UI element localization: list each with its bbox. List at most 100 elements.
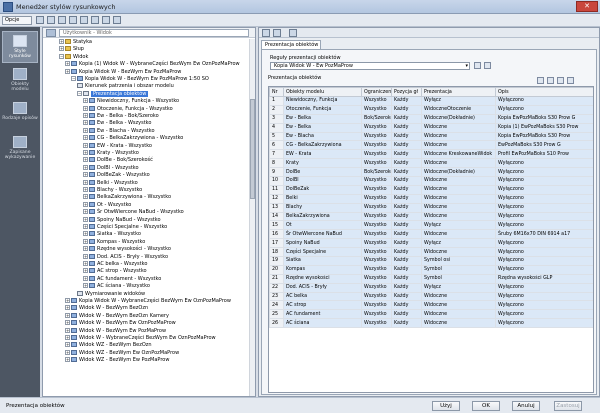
table-cell[interactable]: Każdy: [391, 149, 422, 160]
tree-node[interactable]: + Widok W - BezWym Ew OznPozMaProw: [65, 320, 176, 327]
table-cell[interactable]: Dod. ACIS - Bryły: [283, 282, 362, 293]
table-cell[interactable]: DolBe: [283, 167, 362, 178]
tree-node[interactable]: Wymiarowanie widoków: [77, 290, 145, 298]
sidebar-item-annotation-types[interactable]: Rodzaje opisów: [2, 99, 38, 131]
table-cell[interactable]: 11: [269, 184, 284, 195]
table-cell[interactable]: Każdy: [391, 264, 422, 275]
table-cell[interactable]: Ew - Blacha: [283, 131, 362, 142]
table-cell[interactable]: Wyłączono: [495, 104, 593, 115]
expand-icon[interactable]: +: [83, 253, 88, 259]
table-cell[interactable]: Kopia EwPozMaBoks S30 Prow: [495, 131, 593, 142]
expand-icon[interactable]: +: [65, 298, 70, 303]
table-cell[interactable]: 4: [269, 122, 284, 133]
table-cell[interactable]: 26: [269, 318, 284, 329]
table-cell[interactable]: Wyłączono: [495, 247, 593, 258]
table-cell[interactable]: Widoczne: [421, 193, 496, 204]
table-cell[interactable]: Wyłączono: [495, 167, 593, 178]
table-cell[interactable]: Niewidoczny, Funkcja: [283, 96, 362, 106]
table-cell[interactable]: Każdy: [391, 158, 422, 169]
table-cell[interactable]: Wyłączono: [495, 193, 593, 204]
table-cell[interactable]: Ew - Belka: [283, 122, 362, 133]
table-row[interactable]: 4 Ew - Belka Wszystko Każdy Widoczne Kopia (1…: [269, 122, 593, 133]
tree-scrollbar[interactable]: [249, 39, 255, 396]
expand-icon[interactable]: +: [65, 357, 70, 363]
table-cell[interactable]: Wyłączono: [495, 264, 593, 275]
table-cell[interactable]: Każdy: [391, 193, 422, 204]
tree-node[interactable]: + Ew - Belka - Bok/Szeroko: [83, 113, 159, 120]
tree-node[interactable]: Kierunek patrzenia i obszar modelu: [77, 83, 174, 90]
expand-icon[interactable]: +: [83, 127, 88, 133]
table-cell[interactable]: Wszystko: [361, 184, 392, 195]
move-up-icon[interactable]: [557, 77, 564, 84]
table-cell[interactable]: Ew - Belka: [283, 113, 362, 124]
export-icon[interactable]: [102, 16, 110, 24]
delete-row-icon[interactable]: [547, 77, 554, 84]
forward-icon[interactable]: [273, 29, 281, 37]
table-cell[interactable]: Każdy: [391, 282, 422, 293]
table-row[interactable]: 8 Kraty Wszystko Każdy Widoczne Wyłączono: [269, 158, 593, 169]
table-cell[interactable]: 1: [269, 96, 284, 106]
table-row[interactable]: 7 EW - Krata Wszystko Każdy Widoczne Kreskow…: [269, 149, 593, 160]
expand-icon[interactable]: +: [83, 113, 88, 118]
table-row[interactable]: 1 Niewidoczny, Funkcja Wszystko Każdy Wyłącz…: [269, 96, 593, 106]
table-cell[interactable]: Widoczne: [421, 158, 496, 169]
table-cell[interactable]: DolBl: [283, 176, 362, 186]
expand-icon[interactable]: +: [83, 157, 88, 163]
table-cell[interactable]: Wyłącz: [421, 238, 496, 249]
table-cell[interactable]: Widoczne: [421, 318, 496, 329]
table-cell[interactable]: Widoczne(Dokładnie): [421, 167, 496, 178]
table-cell[interactable]: Wyłącz: [421, 220, 496, 231]
table-cell[interactable]: Wyłącz: [421, 282, 496, 293]
import-icon[interactable]: [91, 16, 99, 24]
close-button[interactable]: ✕: [576, 1, 598, 12]
tree-node[interactable]: + AC belka - Wszystko: [83, 261, 147, 268]
table-cell[interactable]: Wszystko: [361, 158, 392, 169]
table-cell[interactable]: Wszystko: [361, 96, 392, 106]
table-cell[interactable]: AC ściana: [283, 318, 362, 329]
table-cell[interactable]: Wszystko: [361, 122, 392, 133]
table-cell[interactable]: Wszystko: [361, 229, 392, 240]
tree-node[interactable]: − Kopia Widok W - BezWym Ew PozMaProw 1:5…: [71, 76, 209, 83]
table-cell[interactable]: Widoczne: [421, 140, 496, 151]
tree-node[interactable]: + Kopia (1) Widok W - WybraneCzęści BezWy…: [65, 61, 240, 68]
table-cell[interactable]: Wyłączono: [495, 238, 593, 249]
table-cell[interactable]: 22: [269, 282, 284, 293]
table-row[interactable]: 13 Blachy Wszystko Każdy Widoczne Wyłączono: [269, 202, 593, 213]
tree-node[interactable]: + Ew - Blacha - Wszystko: [83, 127, 155, 135]
expand-icon[interactable]: +: [59, 39, 64, 44]
table-cell[interactable]: Widoczne: [421, 131, 496, 142]
tree-filter-combo[interactable]: Użytkownik - Widok: [59, 29, 249, 37]
tab-object-presentation[interactable]: Prezentacja obiektów: [261, 40, 321, 49]
table-cell[interactable]: 16: [269, 229, 284, 240]
table-cell[interactable]: Wszystko: [361, 309, 392, 320]
expand-icon[interactable]: +: [83, 179, 88, 185]
add-row-icon[interactable]: [537, 77, 544, 84]
tree-node[interactable]: + DolBe - Bok/Szerokość: [83, 157, 153, 164]
table-cell[interactable]: Każdy: [391, 247, 422, 258]
expand-icon[interactable]: +: [65, 342, 70, 348]
table-cell[interactable]: Widoczne: [421, 247, 496, 258]
expand-icon[interactable]: +: [65, 335, 70, 340]
column-header[interactable]: Pozycja gł: [391, 87, 422, 97]
column-header[interactable]: Prezentacja: [421, 87, 496, 97]
table-cell[interactable]: Widoczne: [421, 202, 496, 213]
table-cell[interactable]: Widoczne(Dokładnie): [421, 113, 496, 124]
table-cell[interactable]: Rzędna wysokości GLP: [495, 273, 593, 284]
back-icon[interactable]: [262, 29, 270, 37]
table-cell[interactable]: EwPozMaBoks S30 Prow G: [495, 140, 593, 151]
table-cell[interactable]: Każdy: [391, 318, 422, 329]
table-cell[interactable]: Widoczne: [421, 176, 496, 186]
table-cell[interactable]: 19: [269, 256, 284, 266]
table-cell[interactable]: Wszystko: [361, 104, 392, 115]
table-cell[interactable]: Wszystko: [361, 176, 392, 186]
expand-icon[interactable]: +: [83, 209, 88, 215]
tree-node[interactable]: + BelkaZakrzywiona - Wszystko: [83, 194, 171, 201]
expand-icon[interactable]: +: [83, 187, 88, 192]
expand-icon[interactable]: +: [83, 105, 88, 111]
table-cell[interactable]: Wyłączono: [495, 96, 593, 106]
table-row[interactable]: 19 Siatka Wszystko Każdy Symbol osi Wyłączono: [269, 256, 593, 266]
table-cell[interactable]: Widoczne KreskowaneWidok: [421, 149, 496, 160]
tree-node[interactable]: + AC strop - Wszystko: [83, 268, 147, 275]
table-cell[interactable]: Każdy: [391, 256, 422, 266]
tree-node[interactable]: + Widok WZ - BezWym Ew OznPozMaProw: [65, 349, 179, 357]
